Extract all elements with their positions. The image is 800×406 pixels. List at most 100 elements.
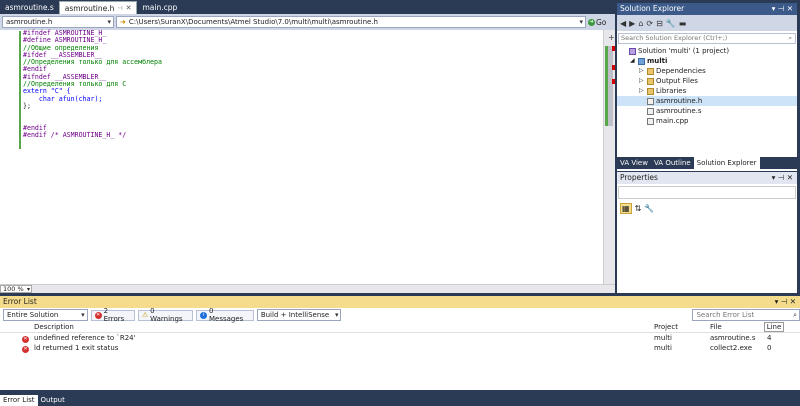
tab-va-view[interactable]: VA View (617, 157, 651, 169)
editor-tab-strip: asmroutine.s asmroutine.h ⊣ ✕ main.cpp (0, 0, 615, 14)
home-icon[interactable]: ⌂ (638, 19, 643, 28)
tab-main-cpp[interactable]: main.cpp (137, 1, 182, 14)
bottom-tab-strip: Error List Output (0, 390, 800, 406)
column-project[interactable]: Project (654, 322, 710, 332)
close-icon[interactable]: ✕ (126, 2, 132, 15)
forward-icon[interactable]: ▶ (629, 19, 635, 28)
tree-item[interactable]: main.cpp (617, 116, 797, 126)
column-description[interactable]: Description (34, 322, 654, 332)
column-file[interactable]: File (710, 322, 764, 332)
code-line[interactable]: char afun(char); (23, 95, 162, 103)
expand-arrow-icon[interactable]: ▷ (639, 86, 645, 96)
code-line[interactable] (23, 110, 162, 117)
tree-item-label: asmroutine.s (656, 107, 702, 115)
tree-item-label: Dependencies (656, 67, 706, 75)
collapse-icon[interactable]: ⊟ (656, 19, 663, 28)
tree-item-label: main.cpp (656, 117, 689, 125)
scope-dropdown[interactable]: asmroutine.h ▾ (2, 16, 114, 28)
description-cell: undefined reference to `R24' (34, 334, 136, 342)
scope-value: asmroutine.h (6, 18, 53, 26)
object-selector[interactable] (618, 186, 796, 199)
panel-controls[interactable]: ▾ ⊣ ✕ (775, 296, 796, 308)
chevron-down-icon: ▾ (579, 18, 583, 26)
warnings-label: 0 Warnings (150, 307, 183, 323)
tree-item[interactable]: asmroutine.s (617, 106, 797, 116)
alphabetical-icon[interactable]: ⇅ (635, 204, 642, 213)
go-button[interactable]: ➜ Go (588, 18, 606, 27)
tree-item-label: asmroutine.h (656, 97, 703, 105)
chevron-down-icon: ▾ (107, 18, 111, 26)
pin-icon[interactable]: ⊣ (117, 2, 122, 15)
solution-explorer-panel: Solution Explorer ▾ ⊣ ✕ ◀ ▶ ⌂ ⟳ ⊟ 🔧 ▬ Se… (617, 3, 797, 171)
asm-file-icon (647, 107, 654, 115)
tree-item[interactable]: ▷ Libraries (617, 86, 797, 96)
tree-item[interactable]: ▷ Output Files (617, 76, 797, 86)
warnings-filter-button[interactable]: ⚠ 0 Warnings (137, 307, 194, 323)
solution-icon (629, 47, 636, 55)
tab-solution-explorer[interactable]: Solution Explorer (693, 157, 760, 169)
errors-label: 2 Errors (103, 307, 125, 323)
description-cell: ld returned 1 exit status (34, 344, 119, 352)
chevron-down-icon: ▾ (26, 286, 30, 293)
navigation-bar: asmroutine.h ▾ ➜ C:\Users\SuranX\Documen… (0, 14, 615, 30)
editor-vertical-scrollbar[interactable]: + (603, 30, 615, 284)
zoom-value: 100 % (3, 285, 24, 293)
code-line[interactable]: }; (23, 102, 162, 110)
chevron-down-icon: ▾ (334, 311, 339, 319)
panel-controls[interactable]: ▾ ⊣ ✕ (772, 172, 793, 184)
warning-icon: ⚠ (141, 311, 149, 319)
ide-window: asmroutine.s asmroutine.h ⊣ ✕ main.cpp a… (0, 0, 800, 406)
split-icon[interactable]: + (608, 33, 615, 42)
project-cell: multi (654, 344, 672, 352)
search-error-list-input[interactable]: Search Error List ⌕ (692, 309, 800, 321)
tree-item-label: Output Files (656, 77, 698, 85)
search-solution-input[interactable]: Search Solution Explorer (Ctrl+;) ⌕ (618, 33, 796, 44)
pin-icon[interactable]: ▬ (679, 19, 687, 28)
errors-filter-button[interactable]: ✕ 2 Errors (90, 307, 135, 323)
tree-item[interactable]: Solution 'multi' (1 project) (617, 46, 797, 56)
panel-title: Properties (620, 173, 658, 182)
tree-item[interactable]: ▷ Dependencies (617, 66, 797, 76)
expand-arrow-icon[interactable]: ◢ (630, 56, 636, 66)
categorized-icon[interactable]: ▦ (620, 202, 632, 214)
error-marker (612, 79, 615, 84)
search-icon[interactable]: ⌕ (793, 311, 797, 320)
scroll-thumb[interactable] (608, 46, 613, 126)
build-filter-dropdown[interactable]: Build + IntelliSense ▾ (256, 309, 342, 321)
tab-asmroutine-s[interactable]: asmroutine.s (0, 1, 59, 14)
solution-tree: Solution 'multi' (1 project) ◢ multi ▷ Depen… (617, 46, 797, 126)
property-pages-icon[interactable]: 🔧 (644, 204, 654, 213)
tab-asmroutine-h[interactable]: asmroutine.h ⊣ ✕ (58, 1, 138, 15)
tab-error-list[interactable]: Error List (0, 395, 38, 406)
column-line[interactable]: Line (764, 322, 784, 332)
search-placeholder: Search Solution Explorer (Ctrl+;) (621, 34, 728, 42)
table-row[interactable]: ✕ undefined reference to `R24' multi asm… (0, 333, 800, 343)
expand-arrow-icon[interactable]: ▷ (639, 66, 645, 76)
tree-item[interactable]: asmroutine.h (617, 96, 797, 106)
project-cell: multi (654, 334, 672, 342)
scope-dropdown[interactable]: Entire Solution ▾ (3, 309, 88, 321)
tab-va-outline[interactable]: VA Outline (651, 157, 694, 169)
tab-output[interactable]: Output (38, 395, 68, 406)
folder-icon (647, 67, 654, 75)
folder-icon (647, 87, 654, 95)
search-icon[interactable]: ⌕ (788, 34, 792, 43)
path-dropdown[interactable]: ➜ C:\Users\SuranX\Documents\Atmel Studio… (116, 16, 586, 28)
back-icon[interactable]: ◀ (620, 19, 626, 28)
messages-filter-button[interactable]: i 0 Messages (196, 307, 254, 323)
properties-panel: Properties ▾ ⊣ ✕ ▦ ⇅ 🔧 (617, 172, 797, 293)
tree-item[interactable]: ◢ multi (617, 56, 797, 66)
properties-toolbar: ▦ ⇅ 🔧 (617, 201, 797, 215)
table-row[interactable]: ✕ ld returned 1 exit status multi collec… (0, 343, 800, 353)
search-placeholder: Search Error List (696, 311, 755, 319)
panel-controls[interactable]: ▾ ⊣ ✕ (772, 3, 793, 15)
wrench-icon[interactable]: 🔧 (666, 19, 676, 28)
error-marker (612, 65, 615, 70)
zoom-dropdown[interactable]: 100 % ▾ (0, 285, 32, 293)
code-line[interactable]: #endif /* ASMROUTINE_H_ */ (23, 131, 162, 139)
error-icon-cell: ✕ (0, 343, 34, 353)
code-text[interactable]: #ifndef ASMROUTINE_H_ #define ASMROUTINE_… (23, 29, 162, 139)
expand-arrow-icon[interactable]: ▷ (639, 76, 645, 86)
side-tab-strip: VA View VA Outline Solution Explorer (617, 157, 797, 169)
sync-icon[interactable]: ⟳ (646, 19, 653, 28)
